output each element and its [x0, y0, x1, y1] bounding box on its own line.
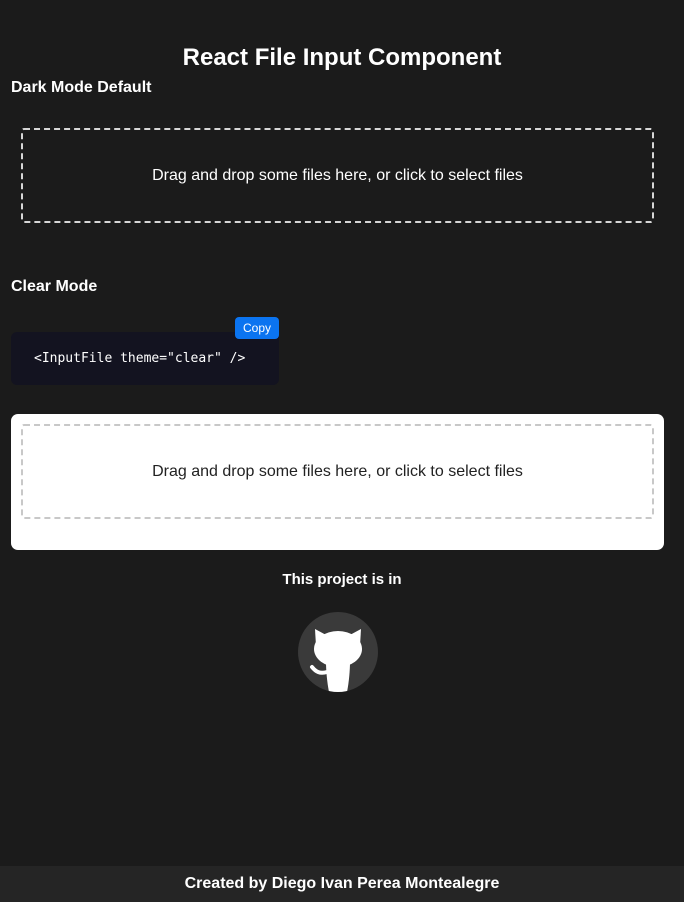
clear-mode-section-title: Clear Mode — [11, 278, 98, 295]
copy-button[interactable]: Copy — [235, 317, 279, 339]
code-snippet-text: <InputFile theme="clear" /> — [34, 351, 246, 366]
clear-file-dropzone[interactable]: Drag and drop some files here, or click … — [21, 424, 654, 519]
github-icon — [310, 629, 362, 692]
code-snippet: <InputFile theme="clear" /> — [11, 332, 279, 385]
page-title: React File Input Component — [182, 44, 502, 72]
dark-file-dropzone[interactable]: Drag and drop some files here, or click … — [21, 128, 654, 223]
github-link[interactable] — [298, 612, 378, 692]
clear-dropzone-text: Drag and drop some files here, or click … — [152, 462, 523, 480]
dark-mode-section-title: Dark Mode Default — [11, 79, 152, 96]
footer-credit: Created by Diego Ivan Perea Montealegre — [184, 875, 500, 892]
clear-mode-card: Drag and drop some files here, or click … — [11, 414, 664, 550]
dark-dropzone-text: Drag and drop some files here, or click … — [152, 166, 523, 184]
footer: Created by Diego Ivan Perea Montealegre — [0, 866, 684, 902]
project-text: This project is in — [282, 571, 402, 588]
